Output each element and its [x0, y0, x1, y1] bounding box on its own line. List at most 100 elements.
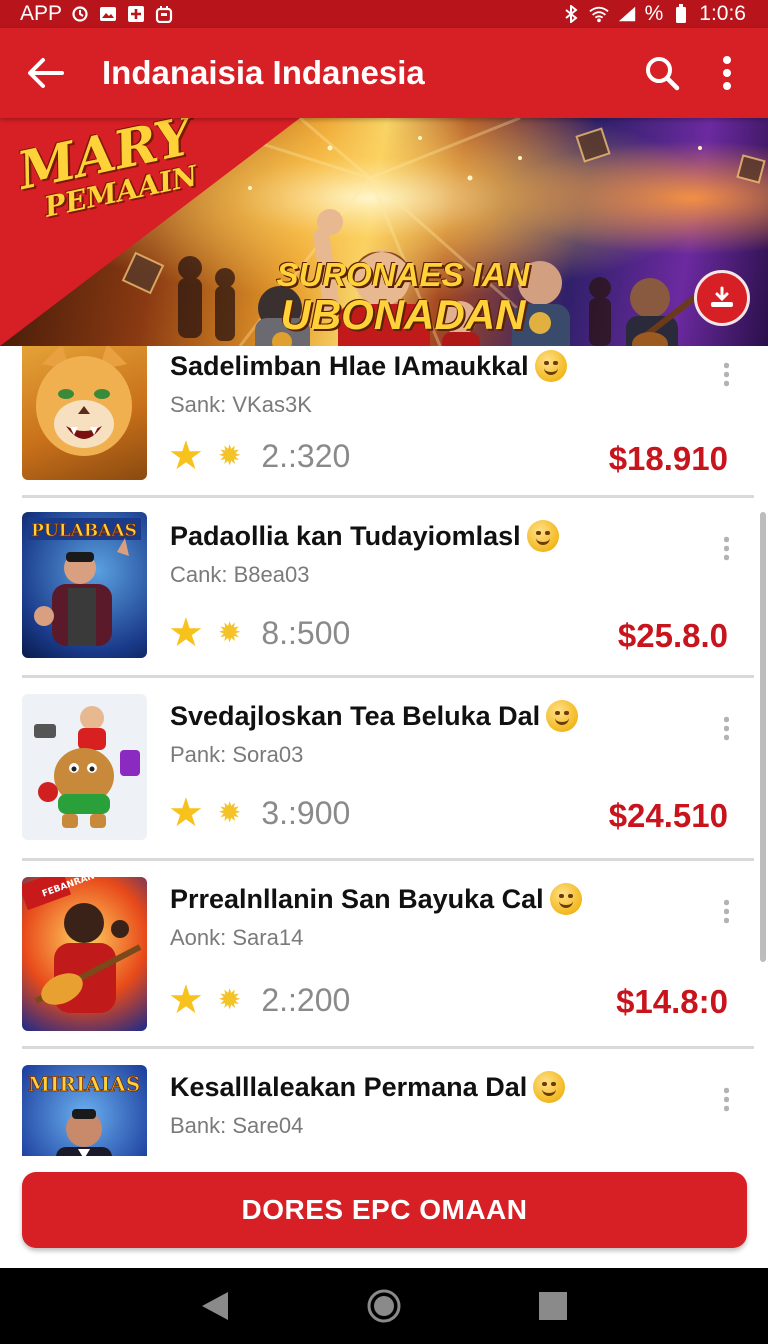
item-thumbnail — [22, 694, 147, 840]
app-screen: APP % 1:0:6 Indanaisia Indanesia MARY PE… — [0, 0, 768, 1344]
nav-back-icon — [201, 1292, 228, 1320]
item-title-text: Sadelimban Hlae IAmaukkal — [170, 350, 529, 381]
status-right: % 1:0:6 — [561, 2, 746, 26]
item-title-text: Svedajloskan Tea Beluka Dal — [170, 700, 541, 731]
list-item[interactable]: Sadelimban Hlae IAmaukkal Sank: VKas3K ★… — [0, 346, 768, 496]
more-vertical-icon — [723, 535, 729, 561]
sun-icon: ✹ — [217, 984, 242, 1015]
nav-back-button[interactable] — [185, 1276, 245, 1336]
banner-title-line2: UBONADAN — [280, 290, 526, 338]
plus-icon — [126, 5, 146, 23]
status-left: APP — [20, 2, 174, 26]
banner-title: SURONAES IAN UBONADAN — [268, 256, 538, 338]
thumb-text: PULABAAS — [31, 521, 137, 541]
smile-emoji-icon — [546, 700, 579, 732]
item-title-text: Kesalllaleakan Permana Dal — [170, 1071, 528, 1102]
item-price: $24.510 — [608, 797, 728, 834]
item-title: Svedajloskan Tea Beluka Dal — [170, 700, 579, 732]
wifi-icon — [588, 5, 609, 23]
more-vertical-icon — [723, 1086, 729, 1112]
item-rating: ★ ✹ 3.:900 — [168, 793, 350, 833]
battery-label: % — [644, 2, 664, 25]
thumb-text: MIRIAIAS — [28, 1072, 140, 1096]
item-thumbnail: FEBANRAN — [22, 877, 147, 1031]
item-rating: ★ ✹ 2.:320 — [168, 436, 350, 476]
item-title: Sadelimban Hlae IAmaukkal — [170, 350, 567, 382]
smile-emoji-icon — [533, 1071, 566, 1103]
bluetooth-icon — [561, 5, 581, 23]
signal-icon — [617, 5, 637, 23]
item-more-button[interactable] — [712, 708, 740, 748]
list-item[interactable]: MIRIAIAS Kesalllaleakan Permana Dal Bank… — [0, 1049, 768, 1156]
more-vertical-icon — [723, 898, 729, 924]
scrollbar[interactable] — [760, 512, 766, 962]
nav-home-icon — [367, 1289, 401, 1323]
more-vertical-icon — [723, 361, 729, 387]
star-icon: ★ — [168, 434, 204, 478]
android-icon — [154, 5, 174, 23]
nav-recents-button[interactable] — [523, 1276, 583, 1336]
more-vertical-icon — [723, 715, 729, 741]
item-subtitle: Pank: Sora03 — [170, 742, 304, 767]
item-price: $18.910 — [608, 440, 728, 477]
arrow-left-icon — [28, 58, 64, 88]
image-icon — [98, 5, 118, 23]
download-button[interactable] — [694, 270, 750, 326]
primary-action-button[interactable]: DORES EPC OMAAN — [22, 1172, 747, 1248]
app-bar: Indanaisia Indanesia — [0, 28, 768, 118]
sun-icon: ✹ — [217, 797, 242, 828]
list-item[interactable]: PULABAAS Padaollia kan Tudayiomlasl Cank… — [0, 498, 768, 678]
item-score: 8.:500 — [261, 614, 351, 651]
sync-icon — [70, 5, 90, 23]
more-options-button[interactable] — [692, 28, 762, 118]
star-icon: ★ — [168, 611, 204, 655]
sun-icon: ✹ — [217, 617, 242, 648]
item-subtitle: Bank: Sare04 — [170, 1113, 304, 1138]
search-button[interactable] — [632, 28, 692, 118]
banner-title-line1: SURONAES IAN — [276, 256, 530, 293]
item-score: 3.:900 — [261, 794, 351, 831]
battery-icon — [671, 4, 691, 23]
item-price: $14.8:0 — [616, 983, 728, 1020]
item-score: 2.:200 — [261, 981, 351, 1018]
nav-home-button[interactable] — [354, 1276, 414, 1336]
status-time: 1:0:6 — [699, 2, 746, 25]
download-icon — [711, 286, 733, 307]
promo-banner[interactable]: MARY PEMAAIN SURONAES IAN UBONADAN — [0, 118, 768, 346]
item-more-button[interactable] — [712, 891, 740, 931]
item-score: 2.:320 — [261, 437, 351, 474]
smile-emoji-icon — [549, 883, 582, 915]
item-thumbnail — [22, 346, 147, 480]
item-title: Padaollia kan Tudayiomlasl — [170, 520, 559, 552]
item-title-text: Prrealnllanin San Bayuka Cal — [170, 883, 544, 914]
item-title-text: Padaollia kan Tudayiomlasl — [170, 520, 521, 551]
more-vertical-icon — [723, 56, 731, 90]
item-subtitle: Cank: B8ea03 — [170, 562, 310, 587]
status-bar: APP % 1:0:6 — [0, 0, 768, 28]
nav-recents-icon — [539, 1292, 568, 1320]
item-subtitle: Sank: VKas3K — [170, 392, 312, 417]
smile-emoji-icon — [534, 350, 567, 382]
item-rating: ★ ✹ 8.:500 — [168, 613, 350, 653]
item-thumbnail: MIRIAIAS — [22, 1065, 147, 1156]
star-icon: ★ — [168, 791, 204, 835]
item-more-button[interactable] — [712, 1079, 740, 1119]
item-title: Prrealnllanin San Bayuka Cal — [170, 883, 582, 915]
item-subtitle: Aonk: Sara14 — [170, 925, 304, 950]
star-icon: ★ — [168, 978, 204, 1022]
search-icon — [646, 57, 680, 91]
item-more-button[interactable] — [712, 354, 740, 394]
system-nav-bar — [0, 1268, 768, 1344]
sun-icon: ✹ — [217, 440, 242, 471]
back-button[interactable] — [0, 28, 90, 118]
item-rating: ★ ✹ 2.:200 — [168, 980, 350, 1020]
item-list: Sadelimban Hlae IAmaukkal Sank: VKas3K ★… — [0, 346, 768, 1156]
status-app-label: APP — [20, 2, 63, 25]
page-title: Indanaisia Indanesia — [102, 54, 425, 91]
item-title: Kesalllaleakan Permana Dal — [170, 1071, 566, 1103]
item-more-button[interactable] — [712, 528, 740, 568]
list-item[interactable]: FEBANRAN Prrealnllanin San Bayuka Cal Ao… — [0, 861, 768, 1046]
item-thumbnail: PULABAAS — [22, 512, 147, 658]
list-item[interactable]: Svedajloskan Tea Beluka Dal Pank: Sora03… — [0, 678, 768, 858]
item-price: $25.8.0 — [617, 617, 728, 654]
